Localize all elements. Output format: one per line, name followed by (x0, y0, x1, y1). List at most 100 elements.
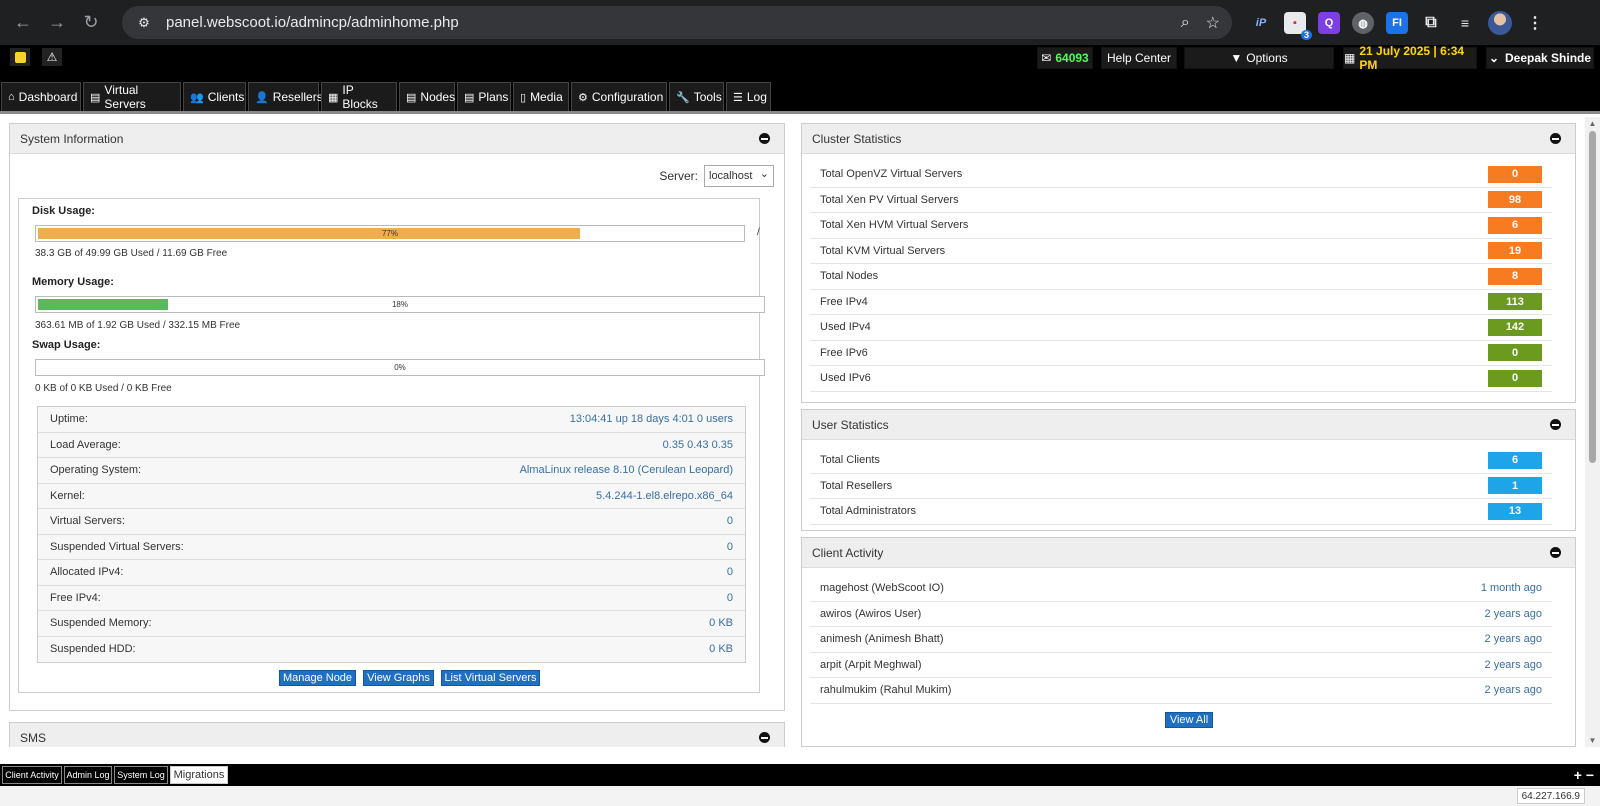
url-text[interactable]: panel.webscoot.io/admincp/adminhome.php (166, 14, 459, 31)
nav-plans[interactable]: ▤ Plans (457, 82, 511, 111)
panel-header: User Statistics (802, 410, 1575, 440)
collapse-icon[interactable] (1550, 547, 1561, 558)
extension-badge: 3 (1300, 30, 1312, 40)
scroll-thumb[interactable] (1589, 131, 1596, 463)
bottom-tab-bar: Client Activity Admin Log System Log Mig… (0, 764, 1600, 786)
disk-usage-title: Disk Usage: (32, 205, 95, 217)
nav-tools[interactable]: 🔧 Tools (669, 82, 724, 111)
expand-collapse-controls[interactable]: + − (1574, 767, 1594, 783)
table-row: Uptime: 13:04:41 up 18 days 4:01 0 users (38, 407, 745, 433)
file-icon: ▯ (520, 91, 527, 104)
collapse-icon[interactable] (1550, 133, 1561, 144)
stat-badge: 13 (1488, 502, 1542, 520)
grid-icon: ▦ (328, 91, 339, 104)
view-all-button[interactable]: View All (1165, 712, 1213, 728)
tab-migrations[interactable]: Migrations (170, 766, 228, 784)
reload-icon[interactable]: ↻ (76, 8, 106, 38)
mail-icon: ✉ (1041, 51, 1052, 65)
date-text: 21 July 2025 | 6:34 PM (1359, 44, 1465, 72)
swap-usage-percent: 0% (394, 363, 406, 372)
user-menu-button[interactable]: ⌄ Deepak Shinde (1486, 47, 1594, 69)
stat-badge: 0 (1488, 369, 1542, 387)
nav-log[interactable]: ☰ Log (726, 82, 771, 111)
list-item: animesh (Animesh Bhatt) 2 years ago (810, 627, 1552, 653)
options-button[interactable]: ▼ Options (1184, 47, 1334, 69)
warning-icon[interactable]: ⚠ (42, 48, 62, 66)
view-graphs-button[interactable]: View Graphs (363, 670, 434, 686)
main-navigation: ⌂ Dashboard ▤ Virtual Servers 👥 Clients 👤 Re… (0, 72, 1600, 114)
stat-row: Used IPv6 0 (810, 366, 1552, 392)
nav-ip-blocks[interactable]: ▦ IP Blocks (321, 82, 397, 111)
manage-node-button[interactable]: Manage Node (279, 670, 356, 686)
table-row: Virtual Servers: 0 (38, 509, 745, 535)
ip-extension-icon[interactable]: iP (1250, 12, 1272, 34)
panel-title: SMS (20, 730, 47, 745)
panel-title: Client Activity (812, 545, 884, 560)
messages-button[interactable]: ✉ 64093 (1037, 47, 1093, 69)
server-select[interactable]: localhost (704, 165, 774, 187)
mail-extension-icon[interactable]: ▪ 3 (1284, 12, 1312, 40)
stat-badge: 6 (1488, 216, 1542, 234)
list-item: arpit (Arpit Meghwal) 2 years ago (810, 653, 1552, 678)
system-information-panel: System Information Server: localhost Dis… (9, 123, 785, 711)
nav-media[interactable]: ▯ Media (513, 82, 569, 111)
options-label: Options (1246, 51, 1288, 65)
nav-virtual-servers[interactable]: ▤ Virtual Servers (83, 82, 181, 111)
server-icon: ▤ (406, 91, 417, 104)
q-extension-icon[interactable]: Q (1318, 12, 1340, 34)
swap-usage-bar: 0% (35, 359, 765, 376)
date-display: ▦ 21 July 2025 | 6:34 PM (1343, 44, 1477, 72)
user-statistics-panel: User Statistics Total Clients 6 Total Res… (801, 409, 1576, 531)
stat-row: Total Xen HVM Virtual Servers 6 (810, 213, 1552, 239)
tab-system-log[interactable]: System Log (114, 766, 168, 784)
disk-usage-text: 38.3 GB of 49.99 GB Used / 11.69 GB Free (35, 248, 228, 259)
fi-extension-icon[interactable]: FI (1386, 12, 1408, 34)
stat-row: Free IPv4 113 (810, 290, 1552, 315)
help-center-button[interactable]: Help Center (1101, 47, 1177, 69)
forward-icon[interactable]: → (42, 8, 72, 38)
panel-header: Client Activity (802, 538, 1575, 568)
page-scrollbar[interactable]: ▲ ▼ (1585, 117, 1600, 747)
table-row: Operating System: AlmaLinux release 8.10 … (38, 458, 745, 484)
stat-badge: 6 (1488, 451, 1542, 469)
collapse-icon[interactable] (759, 133, 770, 144)
scroll-up-icon[interactable]: ▲ (1588, 119, 1597, 128)
table-row: Free IPv4: 0 (38, 585, 745, 611)
table-row: Kernel: 5.4.244-1.el8.elrepo.x86_64 (38, 483, 745, 509)
address-bar[interactable]: ⚙ panel.webscoot.io/admincp/adminhome.ph… (122, 6, 1232, 39)
globe-extension-icon[interactable]: ◍ (1352, 12, 1374, 34)
stat-badge: 142 (1488, 318, 1542, 336)
stat-row: Total KVM Virtual Servers 19 (810, 239, 1552, 264)
sms-panel: SMS (9, 722, 785, 747)
notes-icon[interactable] (10, 48, 30, 66)
media-control-icon[interactable]: ≡ (1454, 12, 1476, 34)
collapse-icon[interactable] (1550, 419, 1561, 430)
nav-clients[interactable]: 👥 Clients (183, 82, 246, 111)
scroll-down-icon[interactable]: ▼ (1588, 736, 1597, 745)
cluster-statistics-panel: Cluster Statistics Total OpenVZ Virtual … (801, 123, 1576, 403)
list-item: magehost (WebScoot IO) 1 month ago (810, 576, 1552, 602)
browser-menu-icon[interactable]: ⋮ (1524, 12, 1546, 34)
stat-row: Free IPv6 0 (810, 341, 1552, 366)
zoom-icon[interactable]: ⌕ (1181, 14, 1190, 32)
nav-dashboard[interactable]: ⌂ Dashboard (1, 82, 81, 111)
nav-configuration[interactable]: ⚙ Configuration (571, 82, 667, 111)
system-info-table: Uptime: 13:04:41 up 18 days 4:01 0 users … (37, 406, 746, 663)
back-icon[interactable]: ← (8, 8, 38, 38)
profile-avatar[interactable] (1488, 11, 1512, 35)
list-virtual-servers-button[interactable]: List Virtual Servers (441, 670, 540, 686)
site-info-icon[interactable]: ⚙ (134, 13, 154, 33)
collapse-icon[interactable] (759, 732, 770, 743)
footer-bar: 64.227.166.9 (0, 786, 1600, 806)
server-icon: ▤ (90, 91, 101, 104)
memory-usage-bar: 18% (35, 296, 765, 313)
bookmark-star-icon[interactable]: ☆ (1206, 13, 1220, 33)
stat-row: Total Clients 6 (810, 448, 1552, 474)
nav-resellers[interactable]: 👤 Resellers (248, 82, 323, 111)
nav-nodes[interactable]: ▤ Nodes (399, 82, 455, 111)
tab-client-activity[interactable]: Client Activity (2, 766, 62, 784)
extensions-puzzle-icon[interactable]: ⧉ (1420, 12, 1442, 34)
tab-admin-log[interactable]: Admin Log (64, 766, 112, 784)
table-row: Suspended Virtual Servers: 0 (38, 534, 745, 560)
ip-address: 64.227.166.9 (1516, 788, 1585, 804)
